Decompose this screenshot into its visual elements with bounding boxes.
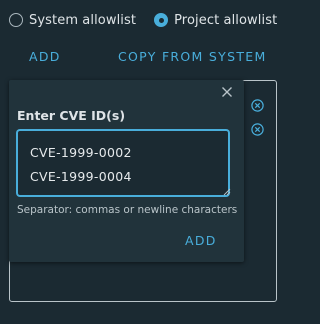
radio-system-allowlist-label[interactable]: System allowlist: [29, 13, 136, 28]
popover-add-button[interactable]: ADD: [185, 233, 217, 248]
allowlist-mode-radio-group: System allowlist Project allowlist: [9, 10, 295, 30]
close-icon[interactable]: [221, 86, 233, 98]
popover-title: Enter CVE ID(s): [17, 108, 126, 123]
separator-hint: Separator: commas or newline characters: [17, 204, 238, 216]
add-cve-button[interactable]: ADD: [29, 49, 61, 64]
radio-project-allowlist[interactable]: Project allowlist: [154, 13, 277, 28]
resize-handle-icon[interactable]: [223, 188, 231, 196]
add-cve-popover: Enter CVE ID(s) CVE-1999-0002 CVE-1999-0…: [9, 80, 244, 262]
radio-project-allowlist-label[interactable]: Project allowlist: [174, 13, 277, 28]
radio-checked-icon[interactable]: [154, 13, 169, 27]
radio-system-allowlist[interactable]: System allowlist: [9, 13, 136, 28]
remove-cve-icon[interactable]: [251, 99, 264, 112]
remove-cve-icon[interactable]: [251, 123, 264, 136]
radio-unchecked-icon[interactable]: [9, 13, 23, 27]
copy-from-system-button[interactable]: COPY FROM SYSTEM: [118, 49, 267, 64]
cve-id-textarea[interactable]: CVE-1999-0002 CVE-1999-0004: [17, 130, 229, 196]
cve-allowlist-panel: System allowlist Project allowlist ADD C…: [0, 0, 309, 324]
